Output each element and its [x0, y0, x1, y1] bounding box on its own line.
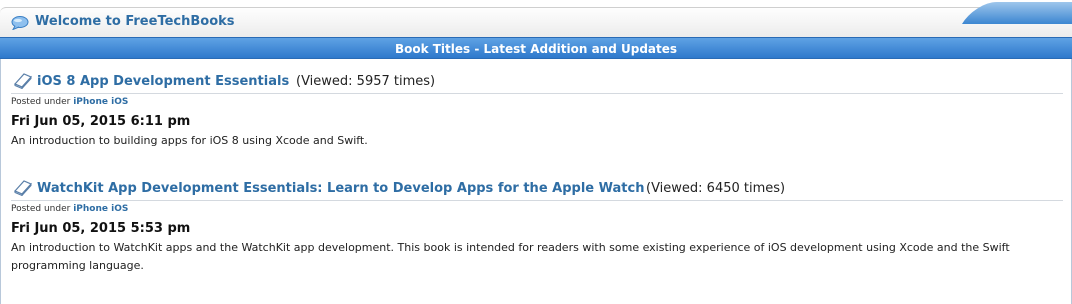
- speech-bubble-icon: [11, 16, 29, 30]
- book-title-link[interactable]: iOS 8 App Development Essentials: [37, 74, 289, 89]
- section-header: Book Titles - Latest Addition and Update…: [0, 37, 1072, 59]
- page: Welcome to FreeTechBooks Book Titles - L…: [0, 0, 1072, 304]
- post-date: Fri Jun 05, 2015 6:11 pm: [11, 114, 191, 129]
- welcome-tab-bar: Welcome to FreeTechBooks: [0, 2, 1072, 37]
- welcome-title: Welcome to FreeTechBooks: [35, 14, 235, 29]
- view-count: (Viewed: 5957 times): [296, 74, 436, 89]
- book-title-row: iOS 8 App Development Essentials (Viewed…: [11, 71, 1063, 94]
- category-link[interactable]: iPhone iOS: [73, 204, 128, 214]
- book-description: An introduction to building apps for iOS…: [11, 134, 368, 147]
- book-icon: [13, 73, 33, 89]
- view-count: (Viewed: 6450 times): [646, 181, 786, 196]
- book-title-row: WatchKit App Development Essentials: Lea…: [11, 178, 1063, 201]
- posted-under: Posted under iPhone iOS: [11, 97, 128, 107]
- category-link[interactable]: iPhone iOS: [73, 97, 128, 107]
- book-list: iOS 8 App Development Essentials (Viewed…: [0, 59, 1072, 304]
- posted-under: Posted under iPhone iOS: [11, 204, 128, 214]
- book-icon: [13, 180, 33, 196]
- section-header-title: Book Titles - Latest Addition and Update…: [394, 42, 678, 56]
- posted-under-label: Posted under: [11, 97, 71, 107]
- posted-under-label: Posted under: [11, 204, 71, 214]
- post-date: Fri Jun 05, 2015 5:53 pm: [11, 221, 191, 236]
- tab-corner-decoration: [962, 2, 1072, 24]
- book-title-link[interactable]: WatchKit App Development Essentials: Lea…: [37, 181, 644, 196]
- book-description: An introduction to WatchKit apps and the…: [11, 241, 1010, 272]
